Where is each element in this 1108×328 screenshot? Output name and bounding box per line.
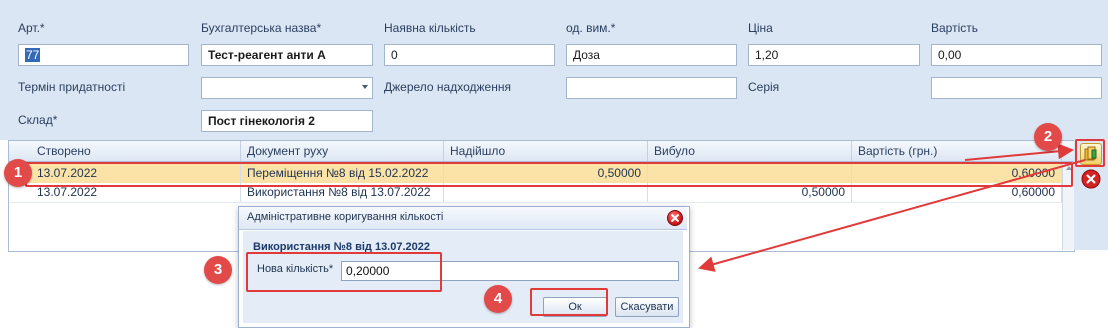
annotation-arrows [698,143,1086,272]
callout-badge-3: 3 [204,256,232,284]
callout-badge-2: 2 [1034,123,1062,151]
callout-badge-1: 1 [4,159,32,187]
callout-badge-4: 4 [484,285,512,313]
arrow-to-dialog [698,159,1086,272]
arrow-to-edit-button [964,143,1074,161]
